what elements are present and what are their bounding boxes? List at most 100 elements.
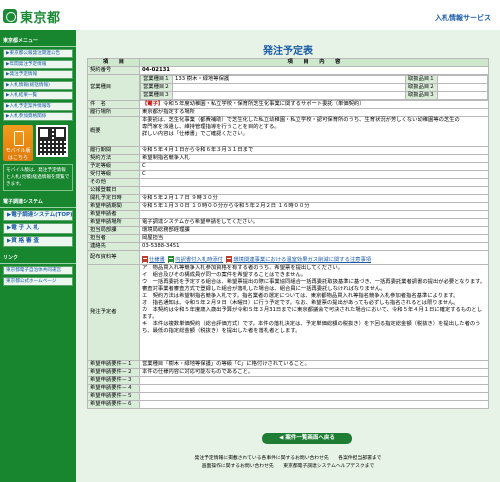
row-label: 契約番号 bbox=[87, 66, 140, 75]
row-label: 希望申請場所 bbox=[87, 218, 140, 227]
page-title: 発注予定表 bbox=[263, 46, 313, 57]
sidebar: 東京都メニュー ▶東京都公報発注関連公告 ▶年間発注予定情報 ▶発注予定情報 ▶… bbox=[0, 30, 76, 482]
sidebar-item-public-notice[interactable]: ▶東京都公報発注関連公告 bbox=[3, 49, 73, 58]
row-label: 受付等級 bbox=[87, 170, 140, 179]
subject-text: 令和５年度幼稚園・私立学校・保育所芝生化事業に関するサポート委託（単価契約） bbox=[163, 101, 365, 107]
conditions: ア 物品買入れ等競争入札参加資格を有する者のうち、希望票を提出してください。 イ… bbox=[139, 264, 489, 361]
contract-method: 希望制指名競争入札 bbox=[139, 154, 489, 163]
row-label: 希望申請要件－５ bbox=[87, 392, 140, 401]
table-row: 営業種目 営業種目１ 133 樹木・緑地等保護 取扱品目１ 営業種目２ 取扱品目… bbox=[87, 74, 489, 101]
sidebar-section-tokyo-menu: 東京都メニュー bbox=[0, 35, 76, 47]
application-period: 令和５年１月３０日 １０時００分から令和５年２月２日 １６時００分 bbox=[139, 202, 489, 211]
sidebar-menu: ▶東京都公報発注関連公告 ▶年間発注予定情報 ▶発注予定情報 ▶入札情報(総括情… bbox=[3, 49, 73, 121]
tokyo-emblem-icon bbox=[3, 9, 17, 23]
item-value bbox=[437, 75, 488, 84]
sidebar-link-e-bidding[interactable]: ▶電 子 入 札 bbox=[3, 223, 73, 234]
contract-number: 04-02131 bbox=[139, 66, 489, 75]
table-row: 契約番号 04-02131 bbox=[87, 66, 489, 75]
sidebar-link-e-government[interactable]: 東京都電子自治体共同運営 bbox=[3, 266, 73, 275]
table-row: 開札予定日時 令和５年２月１７日 ９時３０分 bbox=[87, 194, 489, 203]
sidebar-link-qualification-review[interactable]: ▶資 格 審 査 bbox=[3, 236, 73, 247]
table-row: 希望申請要件－５ bbox=[87, 392, 489, 401]
footer: 発注予定情報に掲載されている各事件に関するお問い合わせ先 各案件担当部署まで 画… bbox=[76, 455, 500, 471]
requirement-value bbox=[139, 376, 489, 385]
table-row: 予定等級 C bbox=[87, 162, 489, 171]
mobile-version-button[interactable]: モバイル版 はこちら bbox=[3, 125, 33, 161]
pdf-file-icon bbox=[226, 256, 233, 263]
sidebar-item-annual-schedule[interactable]: ▶年間発注予定情報 bbox=[3, 59, 73, 69]
table-row: 履行場所 東京都が指定する場所 bbox=[87, 108, 489, 117]
sidebar-link-tokyo-homepage[interactable]: 東京都公式ホームページ bbox=[3, 277, 73, 286]
other bbox=[139, 178, 489, 187]
row-label: 希望申請期間 bbox=[87, 202, 140, 211]
item-key: 取扱品目２ bbox=[405, 83, 438, 92]
row-label: 公報登載日 bbox=[87, 186, 140, 195]
sidebar-item-bid-results[interactable]: ▶入札結果一覧 bbox=[3, 91, 73, 100]
row-label: 概要 bbox=[87, 116, 140, 147]
tokyo-logo[interactable]: 東京都 bbox=[3, 8, 61, 26]
table-row: 希望申請者 bbox=[87, 210, 489, 219]
sidebar-item-order-schedule[interactable]: ▶発注予定情報 bbox=[3, 70, 73, 79]
table-row: 希望申請要件－１ 営業種目「樹木・緑地等保護」の等級「C」に格付けされていること… bbox=[87, 360, 489, 369]
page-header: 東京都 入札情報サービス bbox=[0, 0, 500, 30]
row-label: 履行期間 bbox=[87, 146, 140, 155]
order-schedule-table: 項 目 項 目 内 容 契約番号 04-02131 営業種目 営業種目１ 133… bbox=[87, 58, 489, 409]
biz-key: 営業種目１ bbox=[140, 75, 173, 84]
table-row: 希望申請場所 電子調達システムから希望申請をしてください。 bbox=[87, 218, 489, 227]
table-row: 配布資料等 仕様書 内訳書付入札時添付 環境関連事業における温室効果ガス削減に関… bbox=[87, 250, 489, 265]
row-label: 連絡先 bbox=[87, 242, 140, 251]
period: 令和５年４月１日から令和６年３月３１日まで bbox=[139, 146, 489, 155]
table-row: 履行期間 令和５年４月１日から令和６年３月３１日まで bbox=[87, 146, 489, 155]
row-label: 希望申請要件－１ bbox=[87, 360, 140, 369]
department: 環境局総務部経理課 bbox=[139, 226, 489, 235]
table-row: 希望申請要件－４ bbox=[87, 384, 489, 393]
sidebar-item-qualification[interactable]: ▶入札参加資格関係 bbox=[3, 112, 73, 121]
row-label: 履行場所 bbox=[87, 108, 140, 117]
biz-value bbox=[172, 83, 406, 92]
pdf-file-icon bbox=[142, 256, 148, 263]
row-label: 契約方法 bbox=[87, 154, 140, 163]
requirement-value: 本件の仕様内容に対応可能なものであること。 bbox=[139, 368, 489, 377]
table-row: その他 bbox=[87, 178, 489, 187]
sidebar-item-bid-cases[interactable]: ▶入札予定案件情報等 bbox=[3, 101, 73, 111]
footer-contact-helpdesk: 画面操作に関するお問い合わせ先 東京都電子調達システムヘルプデスクまで bbox=[201, 464, 375, 469]
doc-link-spec[interactable]: 仕様書 bbox=[149, 257, 165, 263]
row-label: 発注予定者 bbox=[87, 264, 140, 361]
table-row: 担当者 岡屋担当 bbox=[87, 234, 489, 243]
sidebar-link-procurement-top[interactable]: ▶電子調達システム(TOP) bbox=[3, 210, 73, 221]
row-label: 担当者 bbox=[87, 234, 140, 243]
bid-info-service-link[interactable]: 入札情報サービス bbox=[435, 13, 491, 23]
sidebar-item-bid-info[interactable]: ▶入札情報(総括情報) bbox=[3, 80, 73, 90]
requirement-value bbox=[139, 400, 489, 409]
row-label: 希望申請要件－４ bbox=[87, 384, 140, 393]
table-row: 希望申請期間 令和５年１月３０日 １０時００分から令和５年２月２日 １６時００分 bbox=[87, 202, 489, 211]
accepted-grade: C bbox=[139, 170, 489, 179]
application-place: 電子調達システムから希望申請をしてください。 bbox=[139, 218, 489, 227]
excel-file-icon bbox=[168, 256, 175, 263]
publication-date bbox=[139, 186, 489, 195]
biz-value: 133 樹木・緑地等保護 bbox=[172, 75, 406, 84]
row-label: 希望申請要件－２ bbox=[87, 368, 140, 377]
item-key: 取扱品目１ bbox=[405, 75, 438, 84]
requirement-value bbox=[139, 392, 489, 401]
row-label: 開札予定日時 bbox=[87, 194, 140, 203]
subject: 【電子】令和５年度幼稚園・私立学校・保育所芝生化事業に関するサポート委託（単価契… bbox=[139, 100, 489, 109]
biz-key: 営業種目３ bbox=[140, 91, 173, 100]
planned-grade: C bbox=[139, 162, 489, 171]
summary: 本委託は、芝生化事業（都費補助）で芝生化した私立幼稚園・私立学校・認可保育所のう… bbox=[139, 116, 489, 147]
row-label: その他 bbox=[87, 178, 140, 187]
qr-code bbox=[36, 125, 68, 157]
person-in-charge: 岡屋担当 bbox=[139, 234, 489, 243]
business-types: 営業種目１ 133 樹木・緑地等保護 取扱品目１ 営業種目２ 取扱品目２ 営業種… bbox=[139, 74, 489, 101]
doc-link-breakdown[interactable]: 内訳書付入札時添付 bbox=[175, 257, 223, 263]
row-label: 希望申請要件－３ bbox=[87, 376, 140, 385]
mobile-box: モバイル版 はこちら bbox=[3, 125, 73, 161]
doc-link-ghg-notice[interactable]: 環境関連事業における温室効果ガス削減に関する注意事項 bbox=[233, 257, 371, 263]
row-label: 予定等級 bbox=[87, 162, 140, 171]
table-row: 概要 本委託は、芝生化事業（都費補助）で芝生化した私立幼稚園・私立学校・認可保育… bbox=[87, 116, 489, 147]
back-to-list-button[interactable]: ◀ 案件一覧画面へ戻る bbox=[262, 433, 352, 444]
item-value bbox=[437, 83, 488, 92]
table-row: 希望申請要件－２ 本件の仕様内容に対応可能なものであること。 bbox=[87, 368, 489, 377]
mobile-note: モバイル版は、発注予定情報と入札(見積)経過情報を閲覧できます。 bbox=[3, 164, 73, 191]
row-label: 営業種目 bbox=[87, 74, 140, 101]
